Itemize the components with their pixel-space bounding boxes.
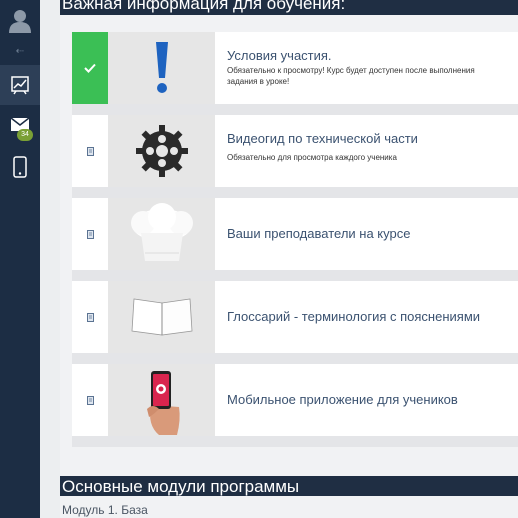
- card-title: Глоссарий - терминология с пояснениями: [227, 309, 481, 324]
- important-info-header: Важная информация для обучения:: [60, 0, 518, 15]
- lesson-doc-icon: [86, 229, 94, 239]
- open-book-thumbnail: [108, 281, 215, 353]
- gear-thumbnail: [108, 115, 215, 187]
- lesson-doc-icon: [86, 146, 94, 156]
- chart-icon: [11, 76, 29, 95]
- smartphone-icon: [13, 156, 27, 178]
- completed-check: [72, 32, 108, 104]
- modules-header: Основные модули программы: [60, 476, 518, 496]
- card-divider: [72, 270, 518, 281]
- exclamation-thumbnail: [108, 32, 215, 104]
- gear-icon: [135, 125, 188, 177]
- card-title: Мобильное приложение для учеников: [227, 392, 458, 407]
- card-divider: [72, 104, 518, 115]
- lesson-doc-icon: [86, 395, 94, 405]
- card-title: Ваши преподаватели на курсе: [227, 226, 411, 241]
- lesson-card-glossary[interactable]: Глоссарий - терминология с пояснениями: [72, 281, 518, 353]
- card-title: Условия участия.: [227, 48, 332, 63]
- lesson-card-video-guide[interactable]: Видеогид по технической части Обязательн…: [72, 115, 518, 187]
- phone-in-hand-icon: [146, 371, 180, 435]
- lesson-status: [72, 115, 108, 187]
- exclamation-icon: [155, 42, 168, 93]
- main-content: Важная информация для обучения: Условия …: [60, 0, 518, 518]
- chef-hat-thumbnail: [108, 198, 215, 270]
- sidebar-collapse-icon[interactable]: ⇠: [0, 40, 40, 62]
- phone-in-hand-thumbnail: [108, 364, 215, 436]
- card-divider: [72, 187, 518, 198]
- lesson-card-conditions[interactable]: Условия участия. Обязательно к просмотру…: [72, 32, 518, 104]
- sidebar-item-messages[interactable]: 34: [0, 105, 40, 145]
- card-description: Обязательно к просмотру! Курс будет дост…: [227, 66, 475, 86]
- chef-hat-icon: [130, 203, 193, 261]
- lesson-status: [72, 281, 108, 353]
- lesson-card-teachers[interactable]: Ваши преподаватели на курсе: [72, 198, 518, 270]
- user-avatar[interactable]: [0, 0, 40, 40]
- lesson-status: [72, 364, 108, 436]
- sidebar-item-progress[interactable]: [0, 65, 40, 105]
- card-divider: [72, 353, 518, 364]
- card-description: Обязательно для просмотра каждого ученик…: [227, 153, 397, 162]
- card-title: Видеогид по технической части: [227, 131, 418, 146]
- lesson-status: [72, 198, 108, 270]
- sidebar: ⇠ 34: [0, 0, 40, 518]
- lesson-card-mobile-app[interactable]: Мобильное приложение для учеников: [72, 364, 518, 436]
- open-book-icon: [131, 298, 192, 336]
- module-1-link[interactable]: Модуль 1. База: [62, 503, 148, 517]
- checkmark-icon: [84, 63, 96, 73]
- sidebar-item-mobile[interactable]: [0, 147, 40, 187]
- lesson-doc-icon: [86, 312, 94, 322]
- messages-count-badge: 34: [17, 129, 33, 141]
- card-divider: [72, 436, 518, 447]
- user-icon: [9, 10, 31, 33]
